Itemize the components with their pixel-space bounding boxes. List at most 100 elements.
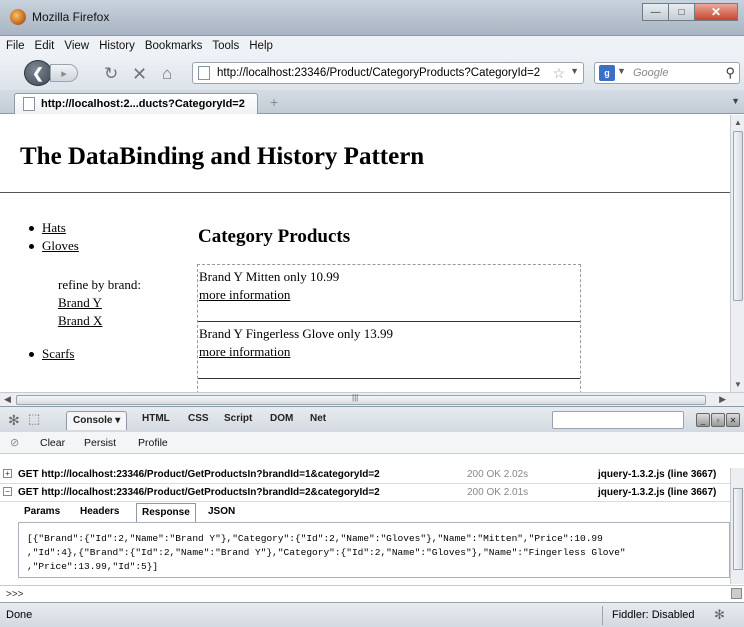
scarfs-link[interactable]: Scarfs xyxy=(42,346,75,361)
request-row[interactable]: + GET http://localhost:23346/Product/Get… xyxy=(0,466,730,484)
request-status: 200 OK 2.02s xyxy=(467,469,529,480)
window-title: Mozilla Firefox xyxy=(32,10,110,24)
navigation-toolbar: ❮ ▸ ↻ ✕ ⌂ http://localhost:23346/Product… xyxy=(0,56,744,90)
menu-edit[interactable]: Edit xyxy=(35,40,55,52)
brand-filter: refine by brand: Brand Y Brand X xyxy=(58,277,141,331)
brand-y-link[interactable]: Brand Y xyxy=(58,295,102,310)
scroll-left-icon[interactable]: ◀ xyxy=(4,394,11,405)
scroll-thumb[interactable] xyxy=(733,131,743,301)
command-expand-icon[interactable] xyxy=(731,588,742,599)
fiddler-status[interactable]: Fiddler: Disabled xyxy=(612,609,695,621)
maximize-button[interactable]: □ xyxy=(668,3,695,21)
category-nav-more: Scarfs xyxy=(29,346,75,362)
product-item: Brand Y Mitten only 10.99 more informati… xyxy=(198,265,580,322)
page-vertical-scrollbar[interactable]: ▲ ▼ xyxy=(730,115,744,392)
tab-script[interactable]: Script xyxy=(224,413,252,424)
product-list: Brand Y Mitten only 10.99 more informati… xyxy=(197,264,581,392)
forward-button[interactable]: ▸ xyxy=(50,64,78,82)
response-line: ,"Price":13.99,"Id":5}] xyxy=(27,561,159,572)
menu-tools[interactable]: Tools xyxy=(212,40,239,52)
status-bar: Done Fiddler: Disabled ✻ xyxy=(0,602,744,627)
request-row[interactable]: − GET http://localhost:23346/Product/Get… xyxy=(0,484,730,502)
firebug-icon[interactable]: ✻ xyxy=(8,412,20,429)
tab-dom[interactable]: DOM xyxy=(270,413,293,424)
tab-strip: http://localhost:2...ducts?CategoryId=2 … xyxy=(0,90,744,114)
menu-view[interactable]: View xyxy=(64,40,89,52)
menu-history[interactable]: History xyxy=(99,40,135,52)
tab-params[interactable]: Params xyxy=(24,506,60,517)
scroll-thumb[interactable] xyxy=(733,488,743,570)
request-source-link[interactable]: jquery-1.3.2.js (line 3667) xyxy=(598,487,716,498)
tab-net[interactable]: Net xyxy=(310,413,326,424)
search-bar[interactable]: g ▼ Google ⚲ xyxy=(594,62,740,84)
console-clear-icon[interactable]: ⊘ xyxy=(10,436,19,449)
back-button[interactable]: ❮ xyxy=(24,60,52,86)
scroll-up-icon[interactable]: ▲ xyxy=(734,118,742,127)
status-text: Done xyxy=(6,609,33,621)
product-text: Brand Y Fingerless Glove only 13.99 xyxy=(199,326,394,341)
tab-json[interactable]: JSON xyxy=(208,506,235,517)
new-tab-button[interactable]: + xyxy=(270,94,278,110)
request-status: 200 OK 2.01s xyxy=(467,487,529,498)
browser-tab[interactable]: http://localhost:2...ducts?CategoryId=2 xyxy=(14,93,258,114)
tab-headers[interactable]: Headers xyxy=(80,506,119,517)
command-line[interactable]: >>> xyxy=(0,585,744,602)
hats-link[interactable]: Hats xyxy=(42,220,66,235)
expand-icon[interactable]: + xyxy=(3,469,12,478)
search-icon[interactable]: ⚲ xyxy=(725,65,735,81)
scroll-thumb[interactable] xyxy=(16,395,706,405)
response-line: ,"Id":4},{"Brand":{"Id":2,"Name":"Brand … xyxy=(27,547,626,558)
reload-icon[interactable]: ↻ xyxy=(104,64,118,84)
engine-dropdown-icon[interactable]: ▼ xyxy=(617,66,626,76)
response-body: [{"Brand":{"Id":2,"Name":"Brand Y"},"Cat… xyxy=(18,522,730,578)
home-icon[interactable]: ⌂ xyxy=(162,64,172,84)
scroll-grip-icon: ||| xyxy=(352,393,359,402)
category-heading: Category Products xyxy=(198,226,351,247)
minimize-button[interactable]: — xyxy=(642,3,669,21)
menu-file[interactable]: File xyxy=(6,40,25,52)
request-source-link[interactable]: jquery-1.3.2.js (line 3667) xyxy=(598,469,716,480)
more-info-link[interactable]: more information xyxy=(199,287,290,302)
firebug-close-icon[interactable]: ✕ xyxy=(726,413,740,427)
console-scrollbar[interactable] xyxy=(730,468,744,584)
profile-button[interactable]: Profile xyxy=(138,437,168,449)
url-dropdown-icon[interactable]: ▼ xyxy=(570,66,579,76)
scroll-right-icon[interactable]: ▶ xyxy=(719,394,726,405)
brand-x-link[interactable]: Brand X xyxy=(58,313,102,328)
more-info-link[interactable]: more information xyxy=(199,344,290,359)
request-url: GET http://localhost:23346/Product/GetPr… xyxy=(18,469,380,480)
tab-list-icon[interactable]: ▼ xyxy=(731,96,740,106)
status-divider xyxy=(602,606,603,625)
firebug-status-icon[interactable]: ✻ xyxy=(714,607,725,623)
back-arrow-icon: ❮ xyxy=(32,64,44,81)
gloves-link[interactable]: Gloves xyxy=(42,238,79,253)
bookmark-star-icon[interactable]: ☆ xyxy=(552,65,565,82)
url-bar[interactable]: http://localhost:23346/Product/CategoryP… xyxy=(192,62,584,84)
page-viewport: The DataBinding and History Pattern Hats… xyxy=(0,115,730,392)
command-prompt: >>> xyxy=(6,589,24,600)
tab-response[interactable]: Response xyxy=(136,503,196,522)
tab-console[interactable]: Console ▾ xyxy=(66,411,128,430)
menu-help[interactable]: Help xyxy=(249,40,273,52)
search-engine-icon[interactable]: g xyxy=(599,65,615,81)
request-url: GET http://localhost:23346/Product/GetPr… xyxy=(18,487,380,498)
scroll-down-icon[interactable]: ▼ xyxy=(734,380,742,389)
clear-button[interactable]: Clear xyxy=(40,437,65,449)
firebug-search-input[interactable] xyxy=(552,411,684,429)
collapse-icon[interactable]: − xyxy=(3,487,12,496)
nav-item-hats: Hats xyxy=(29,220,79,238)
persist-button[interactable]: Persist xyxy=(84,437,116,449)
page-horizontal-scrollbar[interactable]: ◀ ||| ▶ xyxy=(0,392,744,406)
nav-item-scarfs: Scarfs xyxy=(29,346,75,362)
inspect-icon[interactable]: ⬚ xyxy=(28,411,40,427)
firebug-minimize-icon[interactable]: _ xyxy=(696,413,710,427)
close-button[interactable]: ✕ xyxy=(694,3,738,21)
firebug-detach-icon[interactable]: ▫ xyxy=(711,413,725,427)
firebug-toolbar: ✻ ⬚ Console ▾ HTML CSS Script DOM Net _ … xyxy=(0,406,744,432)
url-text: http://localhost:23346/Product/CategoryP… xyxy=(217,67,541,79)
menu-bookmarks[interactable]: Bookmarks xyxy=(145,40,203,52)
tab-html[interactable]: HTML xyxy=(142,413,170,424)
stop-icon[interactable]: ✕ xyxy=(132,64,147,85)
console-toolbar: ⊘ Clear Persist Profile xyxy=(0,432,744,454)
tab-css[interactable]: CSS xyxy=(188,413,209,424)
